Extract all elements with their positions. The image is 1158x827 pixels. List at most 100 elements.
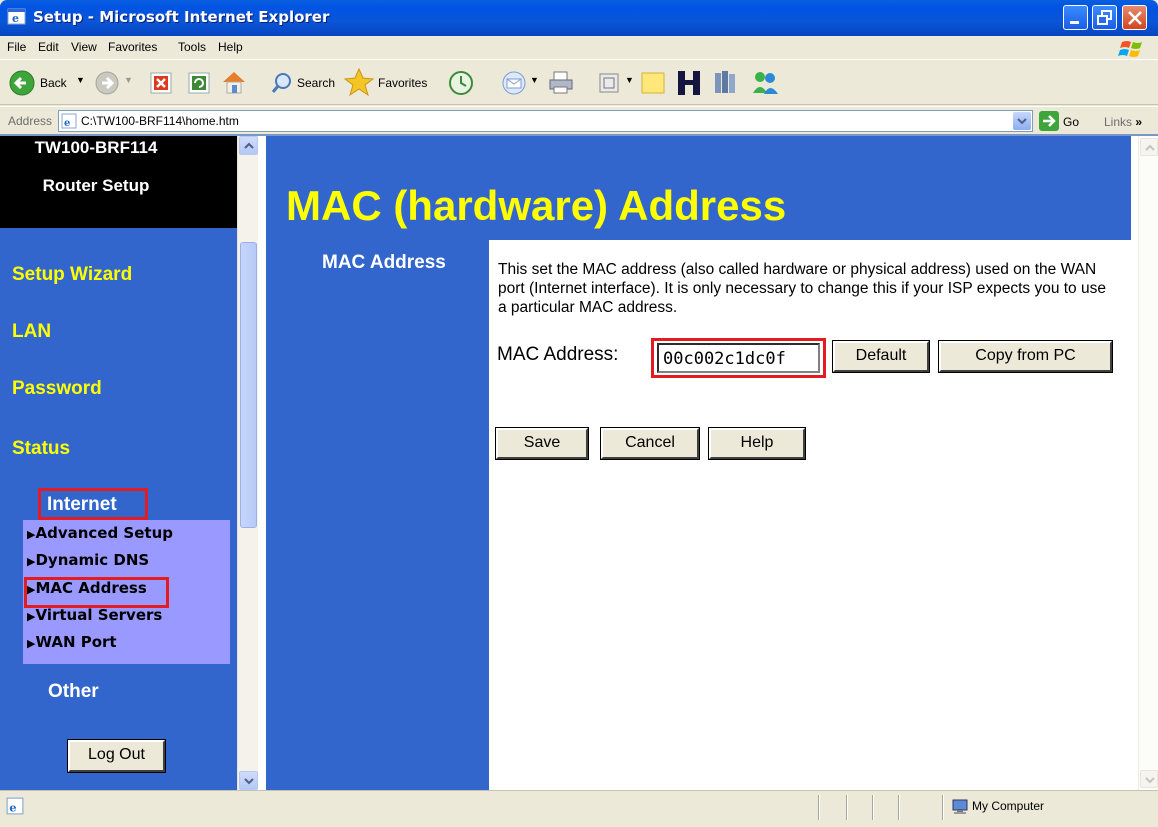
minimize-icon (1070, 21, 1079, 24)
menu-edit[interactable]: Edit (38, 40, 59, 54)
submenu-virtual-servers[interactable]: ▶Virtual Servers (27, 606, 162, 624)
status-divider (818, 795, 820, 820)
submenu-dynamic-dns[interactable]: ▶Dynamic DNS (27, 551, 149, 569)
search-icon[interactable] (271, 71, 293, 95)
nav-lan[interactable]: LAN (12, 321, 51, 343)
header-band (0, 228, 237, 234)
status-bar: e My Computer (0, 790, 1158, 827)
submenu-label: Advanced Setup (35, 524, 173, 542)
discuss-icon[interactable] (640, 70, 666, 96)
svg-text:e: e (64, 118, 70, 129)
nav-status[interactable]: Status (12, 438, 70, 460)
svg-text:e: e (9, 801, 16, 815)
submenu-label: Dynamic DNS (35, 551, 150, 569)
submenu-label: Virtual Servers (35, 606, 163, 624)
go-icon[interactable] (1039, 111, 1059, 131)
scroll-up-button[interactable] (239, 136, 258, 155)
nav-scrollbar[interactable] (237, 136, 258, 792)
address-dropdown-button[interactable] (1013, 112, 1031, 130)
print-icon[interactable] (548, 70, 574, 94)
default-button[interactable]: Default (832, 340, 930, 373)
menu-tools[interactable]: Tools (178, 40, 206, 54)
status-divider (872, 795, 874, 820)
scroll-up-button[interactable] (1140, 138, 1158, 156)
restore-icon (1097, 10, 1112, 25)
toolbar: Back ▼ ▼ Search Favorites ▼ ▼ (0, 61, 1158, 105)
edit-dropdown-icon[interactable]: ▼ (625, 75, 634, 85)
chevron-up-icon (244, 142, 254, 149)
browser-viewport: TW100-BRF114 Router Setup Setup Wizard L… (0, 134, 1158, 792)
menu-bar: File Edit View Favorites Tools Help (0, 36, 1158, 60)
title-bar[interactable]: e Setup - Microsoft Internet Explorer (0, 0, 1158, 36)
back-icon[interactable] (8, 69, 36, 97)
forward-icon[interactable] (94, 70, 120, 96)
mail-icon[interactable] (500, 69, 528, 97)
minimize-button[interactable] (1063, 5, 1088, 30)
forward-dropdown-icon[interactable]: ▼ (124, 75, 133, 85)
copy-from-pc-button[interactable]: Copy from PC (938, 340, 1113, 373)
address-bar: Address e C:\TW100-BRF114\home.htm Go Li… (0, 106, 1158, 134)
cancel-button[interactable]: Cancel (600, 427, 700, 460)
status-divider (942, 795, 944, 820)
content-scrollbar[interactable] (1138, 136, 1158, 792)
edit-icon[interactable] (599, 73, 619, 93)
nav-internet[interactable]: Internet (38, 488, 148, 520)
nav-other[interactable]: Other (48, 681, 99, 703)
links-button[interactable]: Links » (1104, 115, 1142, 129)
bookmark-h-icon[interactable] (676, 69, 702, 97)
mail-dropdown-icon[interactable]: ▼ (530, 75, 539, 85)
svg-text:e: e (12, 12, 19, 25)
logout-button[interactable]: Log Out (67, 739, 166, 773)
security-zone: My Computer (972, 799, 1045, 813)
page-icon: e (61, 113, 77, 129)
submenu-advanced-setup[interactable]: ▶Advanced Setup (27, 524, 173, 542)
mac-address-input[interactable]: 00c002c1dc0f (657, 343, 820, 373)
windows-logo-icon (1118, 41, 1142, 57)
ie-icon: e (7, 8, 26, 25)
content-frame: MAC (hardware) Address MAC Address This … (258, 136, 1138, 792)
refresh-icon[interactable] (188, 72, 210, 94)
window-title: Setup - Microsoft Internet Explorer (33, 8, 330, 26)
scroll-down-button[interactable] (1140, 770, 1158, 788)
submenu-label: WAN Port (35, 633, 117, 651)
save-button[interactable]: Save (495, 427, 589, 460)
favorites-label[interactable]: Favorites (378, 76, 427, 90)
stop-icon[interactable] (150, 72, 172, 94)
research-icon[interactable] (712, 69, 740, 97)
address-label: Address (8, 114, 53, 128)
title-banner: MAC (hardware) Address (266, 136, 1131, 240)
status-divider (898, 795, 900, 820)
home-icon[interactable] (220, 69, 248, 95)
mac-address-label: MAC Address: (497, 344, 619, 365)
history-icon[interactable] (447, 69, 475, 97)
back-dropdown-icon[interactable]: ▼ (76, 75, 85, 85)
section-label: MAC Address (322, 252, 446, 273)
scroll-thumb[interactable] (240, 242, 257, 528)
menu-favorites[interactable]: Favorites (108, 40, 157, 54)
scroll-down-button[interactable] (239, 771, 258, 790)
page-status-icon: e (6, 797, 24, 815)
nav-frame: TW100-BRF114 Router Setup Setup Wizard L… (0, 136, 258, 792)
favorites-icon[interactable] (344, 67, 374, 97)
mac-address-highlight (24, 577, 169, 608)
submenu-wan-port[interactable]: ▶WAN Port (27, 633, 117, 651)
menu-help[interactable]: Help (218, 40, 243, 54)
menu-view[interactable]: View (71, 40, 97, 54)
description-text: This set the MAC address (also called ha… (498, 261, 1106, 316)
chevron-down-icon (244, 778, 254, 785)
close-icon (1128, 11, 1142, 25)
address-input[interactable]: e C:\TW100-BRF114\home.htm (58, 110, 1033, 132)
nav-setup-wizard[interactable]: Setup Wizard (12, 264, 132, 286)
section-column (266, 240, 489, 792)
chevron-down-icon (1017, 118, 1027, 125)
help-button[interactable]: Help (708, 427, 806, 460)
nav-password[interactable]: Password (12, 378, 102, 400)
restore-button[interactable] (1092, 5, 1117, 30)
back-label[interactable]: Back (40, 76, 67, 90)
close-button[interactable] (1122, 5, 1147, 30)
menu-file[interactable]: File (7, 40, 26, 54)
messenger-icon[interactable] (750, 69, 780, 97)
computer-icon (952, 799, 968, 814)
go-button[interactable]: Go (1063, 115, 1079, 129)
search-label[interactable]: Search (297, 76, 335, 90)
